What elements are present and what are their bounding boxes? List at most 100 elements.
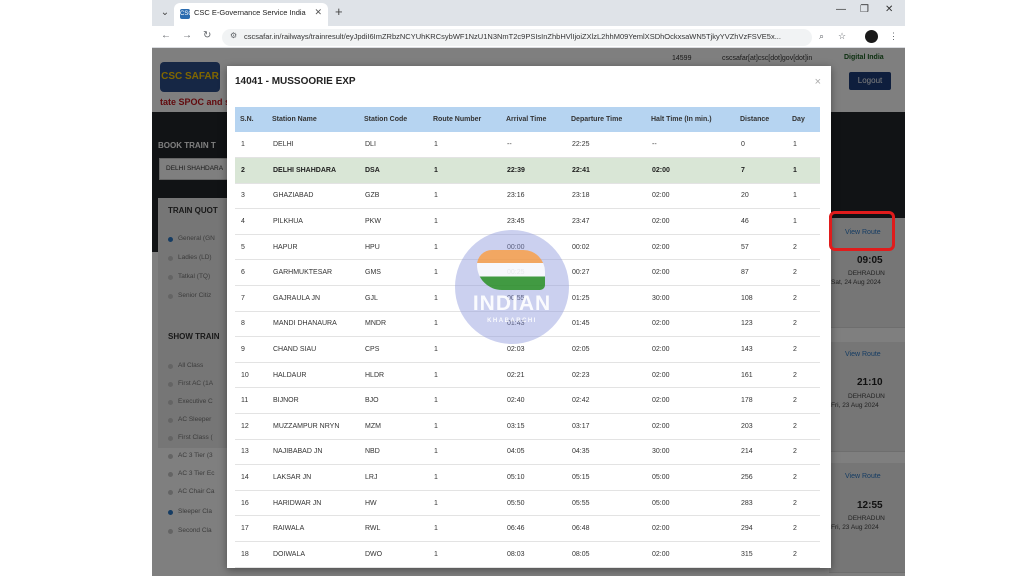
table-cell: 1 xyxy=(428,208,501,235)
table-row: 11 BIJNOR BJO 1 02:40 02:42 02:00 178 2 xyxy=(235,387,820,415)
table-cell: HPU xyxy=(359,234,428,261)
table-cell: 2 xyxy=(787,311,820,338)
table-cell: 5 xyxy=(235,234,267,261)
profile-avatar[interactable] xyxy=(865,30,878,43)
window-close-icon[interactable]: ✕ xyxy=(885,4,893,15)
table-cell: MNDR xyxy=(359,311,428,338)
table-cell: 7 xyxy=(235,285,267,312)
table-cell: 2 xyxy=(235,157,267,184)
table-cell: 2 xyxy=(787,285,820,312)
table-cell: 22:25 xyxy=(566,132,646,159)
table-cell: DWO xyxy=(359,541,428,568)
csc-favicon-icon: CSC xyxy=(180,9,193,19)
table-cell: 108 xyxy=(735,285,787,312)
table-cell: 05:00 xyxy=(646,464,735,491)
zoom-icon[interactable]: ⌕ xyxy=(819,31,824,42)
watermark-logo: INDIAN KHABARCHI xyxy=(455,230,569,344)
site-info-icon[interactable]: ⚙ xyxy=(230,31,237,40)
table-cell: 14 xyxy=(235,464,267,491)
table-cell: BIJNOR xyxy=(267,387,359,415)
table-cell: LAKSAR JN xyxy=(267,464,359,491)
table-cell: 1 xyxy=(428,439,501,466)
table-cell: DLI xyxy=(359,132,428,159)
tab-close-icon[interactable]: ✕ xyxy=(314,7,322,18)
table-cell: 1 xyxy=(428,132,501,159)
table-cell: 03:15 xyxy=(501,413,566,440)
table-cell: DELHI SHAHDARA xyxy=(267,157,359,184)
modal-close-icon[interactable]: × xyxy=(815,76,821,88)
table-cell: MANDI DHANAURA xyxy=(267,311,359,338)
tab-strip: ⌄ CSC CSC E-Governance Service India ✕ +… xyxy=(152,0,905,26)
forward-arrow-icon[interactable]: → xyxy=(182,30,192,41)
table-cell: 22:39 xyxy=(501,157,566,184)
table-cell: 06:48 xyxy=(566,515,646,542)
table-cell: 2 xyxy=(787,234,820,261)
table-cell: 1 xyxy=(428,336,501,363)
table-cell: 01:25 xyxy=(566,285,646,312)
table-cell: 1 xyxy=(235,132,267,159)
table-cell: 02:00 xyxy=(646,157,735,184)
table-cell: 23:18 xyxy=(566,183,646,210)
table-cell: HARIDWAR JN xyxy=(267,490,359,517)
table-cell: 1 xyxy=(428,541,501,568)
address-bar[interactable]: ⚙ cscsafar.in/railways/trainresult/eyJpd… xyxy=(222,29,812,46)
table-cell: 2 xyxy=(787,464,820,491)
browser-tab[interactable]: CSC CSC E-Governance Service India ✕ xyxy=(174,3,328,26)
new-tab-icon[interactable]: + xyxy=(335,4,343,19)
table-cell: 05:00 xyxy=(646,490,735,517)
bookmark-star-icon[interactable]: ☆ xyxy=(838,31,846,42)
table-cell: 2 xyxy=(787,259,820,287)
table-cell: 11 xyxy=(235,387,267,415)
table-cell: 02:00 xyxy=(646,336,735,363)
table-cell: 1 xyxy=(428,413,501,440)
table-cell: 2 xyxy=(787,362,820,389)
table-cell: GHAZIABAD xyxy=(267,183,359,210)
table-cell: 57 xyxy=(735,234,787,261)
table-cell: 02:23 xyxy=(566,362,646,389)
column-header: Halt Time (In min.) xyxy=(646,107,735,132)
table-cell: 10 xyxy=(235,362,267,389)
table-cell: GAJRAULA JN xyxy=(267,285,359,312)
table-cell: 2 xyxy=(787,336,820,363)
table-header-row: S.N. Station Name Station Code Route Num… xyxy=(235,107,820,132)
reload-icon[interactable]: ↻ xyxy=(203,30,211,41)
table-cell: 6 xyxy=(235,259,267,287)
table-cell: 214 xyxy=(735,439,787,466)
tab-title: CSC E-Governance Service India xyxy=(194,8,306,17)
table-cell: 8 xyxy=(235,311,267,338)
table-cell: 256 xyxy=(735,464,787,491)
table-cell: GARHMUKTESAR xyxy=(267,259,359,287)
maximize-icon[interactable]: ❐ xyxy=(860,4,869,15)
table-cell: 2 xyxy=(787,387,820,415)
table-cell: 02:21 xyxy=(501,362,566,389)
column-header: Route Number xyxy=(428,107,501,132)
table-cell: 02:00 xyxy=(646,208,735,235)
column-header: S.N. xyxy=(235,107,267,132)
table-row: 18 DOIWALA DWO 1 08:03 08:05 02:00 315 2 xyxy=(235,541,820,568)
table-cell: 143 xyxy=(735,336,787,363)
watermark-title: INDIAN xyxy=(472,292,552,315)
route-table-body: 1 DELHI DLI 1 -- 22:25 -- 0 1 2 DELHI SHAHDARA DSA 1… xyxy=(235,132,820,568)
table-row: 17 RAIWALA RWL 1 06:46 06:48 02:00 294 2 xyxy=(235,515,820,542)
table-cell: 04:35 xyxy=(566,439,646,466)
column-header: Arrival Time xyxy=(501,107,566,132)
table-cell: HLDR xyxy=(359,362,428,389)
table-cell: 1 xyxy=(428,515,501,542)
table-cell: PILKHUA xyxy=(267,208,359,235)
table-cell: 00:27 xyxy=(566,259,646,287)
table-cell: 2 xyxy=(787,490,820,517)
menu-dots-icon[interactable]: ⋮ xyxy=(889,31,898,42)
minimize-icon[interactable]: — xyxy=(836,4,846,15)
table-cell: 1 xyxy=(787,183,820,210)
table-cell: 87 xyxy=(735,259,787,287)
table-cell: DSA xyxy=(359,157,428,184)
table-cell: 02:00 xyxy=(646,259,735,287)
tab-search-icon[interactable]: ⌄ xyxy=(158,6,172,20)
table-cell: HAPUR xyxy=(267,234,359,261)
table-cell: 22:41 xyxy=(566,157,646,184)
table-cell: 315 xyxy=(735,541,787,568)
table-cell: 02:42 xyxy=(566,387,646,415)
table-cell: 23:47 xyxy=(566,208,646,235)
browser-toolbar: ← → ↻ ⚙ cscsafar.in/railways/trainresult… xyxy=(152,26,905,48)
back-arrow-icon[interactable]: ← xyxy=(161,30,171,41)
